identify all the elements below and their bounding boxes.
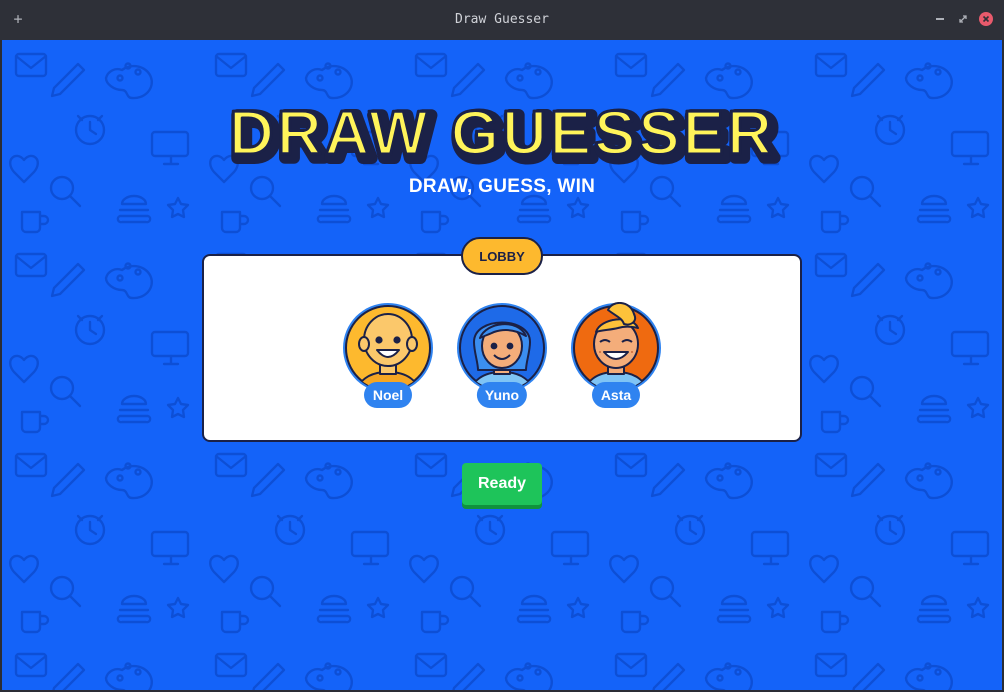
title-bar: + Draw Guesser: [0, 0, 1004, 40]
player-card: Asta: [570, 302, 662, 412]
game-logo: DRAW GUESSER DRAW GUESSER: [227, 97, 782, 176]
blonde-boy-avatar: [571, 302, 661, 393]
app-window: + Draw Guesser DRAW GUESSER DRAW GUESSER…: [0, 0, 1004, 692]
player-card: Noel: [342, 302, 434, 412]
player-card: Yuno: [456, 302, 548, 412]
window-title: Draw Guesser: [455, 12, 549, 27]
player-name: Noel: [364, 382, 412, 408]
close-icon[interactable]: [977, 10, 995, 28]
svg-text:DRAW GUESSER: DRAW GUESSER: [229, 99, 775, 168]
lobby-badge: LOBBY: [461, 237, 543, 275]
minimize-icon[interactable]: [931, 10, 949, 28]
bald-boy-avatar: [343, 303, 433, 393]
player-name: Asta: [592, 382, 640, 408]
ready-button[interactable]: Ready: [462, 463, 542, 505]
player-name: Yuno: [476, 382, 528, 408]
blue-hair-avatar: [457, 303, 547, 393]
tagline: DRAW, GUESS, WIN: [408, 176, 596, 197]
game-screen: DRAW GUESSER DRAW GUESSER DRAW, GUESS, W…: [2, 40, 1002, 690]
maximize-icon[interactable]: [954, 10, 972, 28]
